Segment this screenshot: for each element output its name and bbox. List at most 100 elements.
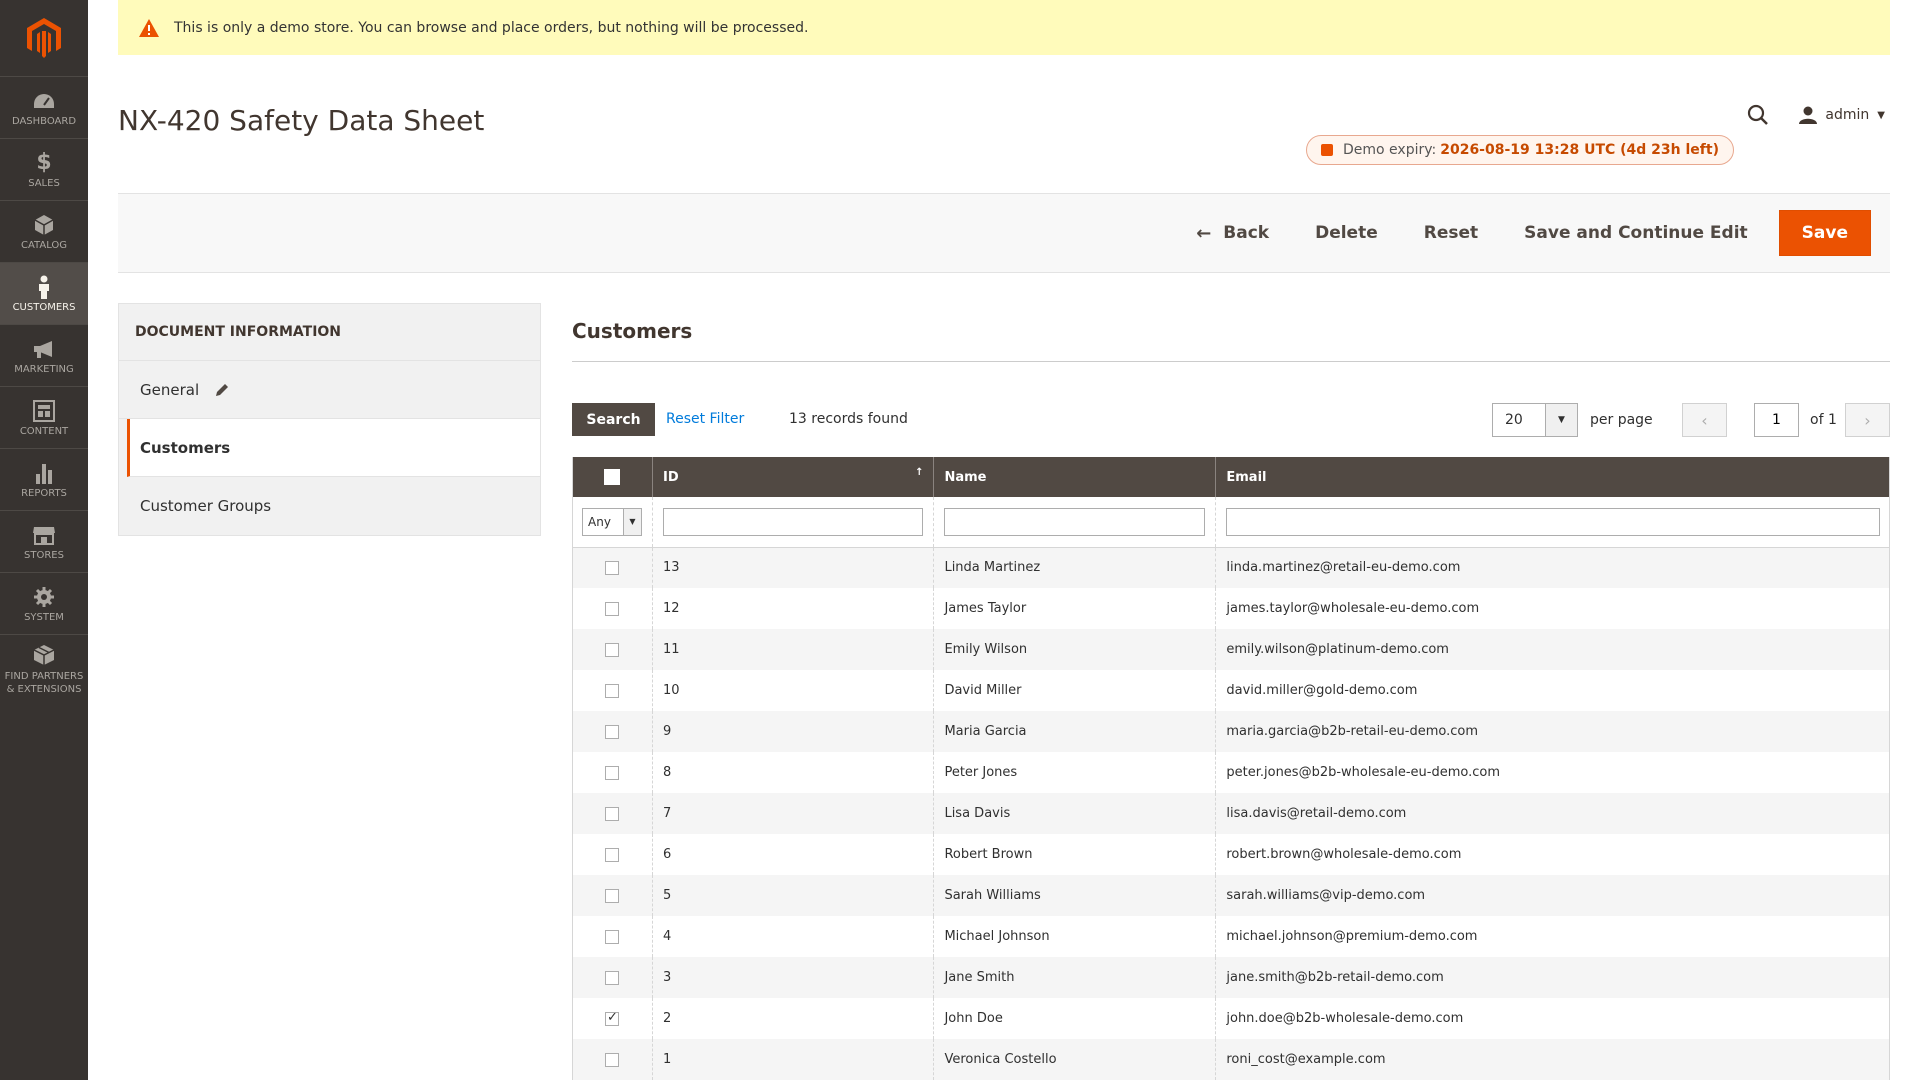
nav-customers[interactable]: CUSTOMERS: [0, 262, 88, 324]
nav-sales[interactable]: $ SALES: [0, 138, 88, 200]
per-page-value: 20: [1505, 412, 1523, 428]
table-row[interactable]: 2John Doejohn.doe@b2b-wholesale-demo.com: [572, 998, 1890, 1039]
cell-email: james.taylor@wholesale-eu-demo.com: [1215, 588, 1890, 629]
row-checkbox[interactable]: [605, 888, 619, 903]
delete-button[interactable]: Delete: [1292, 210, 1401, 256]
nav-content[interactable]: CONTENT: [0, 386, 88, 448]
table-row[interactable]: 13 Linda Martinez linda.martinez@retail-eu…: [572, 547, 1890, 588]
cell-id: 13: [651, 547, 934, 588]
id-filter-input[interactable]: [663, 507, 924, 536]
column-header-email[interactable]: Email: [1215, 457, 1890, 497]
cell-name: Maria Garcia: [933, 711, 1216, 752]
table-row[interactable]: 7 Lisa Davis lisa.davis@retail-demo.com: [572, 793, 1890, 834]
cell-id: 5: [651, 875, 934, 916]
row-checkbox[interactable]: [605, 847, 619, 862]
select-all-header[interactable]: [572, 457, 653, 497]
next-page-button[interactable]: ›: [1845, 403, 1890, 437]
table-row[interactable]: 5 Sarah Williams sarah.williams@vip-demo.c…: [572, 875, 1890, 916]
row-checkbox[interactable]: [605, 1052, 619, 1067]
save-button[interactable]: Save: [1778, 210, 1871, 256]
nav-system-label: SYSTEM: [24, 611, 64, 623]
magento-logo[interactable]: [0, 0, 88, 76]
row-select-cell: [572, 998, 653, 1039]
tab-general[interactable]: General: [119, 361, 540, 419]
cell-email: john.doe@b2b-wholesale-demo.com: [1215, 998, 1890, 1039]
row-checkbox[interactable]: [605, 970, 619, 985]
row-checkbox[interactable]: [605, 806, 619, 821]
user-name: admin: [1825, 107, 1870, 123]
nav-partners-extensions[interactable]: FIND PARTNERS & EXTENSIONS: [0, 634, 88, 704]
reset-button[interactable]: Reset: [1401, 210, 1501, 256]
nav-reports[interactable]: REPORTS: [0, 448, 88, 510]
selection-filter-select[interactable]: Any ▼: [582, 507, 642, 536]
nav-dashboard[interactable]: DASHBOARD: [0, 76, 88, 138]
save-continue-button[interactable]: Save and Continue Edit: [1501, 210, 1771, 256]
nav-marketing[interactable]: MARKETING: [0, 324, 88, 386]
table-row[interactable]: 4 Michael Johnson michael.johnson@premium-…: [572, 916, 1890, 957]
cell-name: Linda Martinez: [933, 547, 1216, 588]
nav-marketing-label: MARKETING: [14, 363, 74, 375]
table-row[interactable]: 9 Maria Garcia maria.garcia@b2b-retail-eu-…: [572, 711, 1890, 752]
megaphone-icon: [32, 337, 56, 361]
row-checkbox[interactable]: [605, 601, 619, 616]
records-count: 13 records found: [789, 411, 908, 427]
cell-id: 12: [651, 588, 934, 629]
box-icon: [34, 213, 54, 237]
tab-customer-groups[interactable]: Customer Groups: [119, 477, 540, 535]
name-filter-input[interactable]: [944, 507, 1206, 536]
cell-email: jane.smith@b2b-retail-demo.com: [1215, 957, 1890, 998]
store-icon: [32, 523, 56, 547]
extensions-icon: [33, 643, 55, 667]
row-checkbox[interactable]: [605, 560, 619, 575]
table-row[interactable]: 8 Peter Jones peter.jones@b2b-wholesale-eu…: [572, 752, 1890, 793]
reset-filter-link[interactable]: Reset Filter: [666, 411, 744, 427]
back-button[interactable]: ← Back: [1173, 210, 1292, 256]
table-row[interactable]: 6 Robert Brown robert.brown@wholesale-demo…: [572, 834, 1890, 875]
column-header-name[interactable]: Name: [933, 457, 1216, 497]
cell-email: robert.brown@wholesale-demo.com: [1215, 834, 1890, 875]
page-number-input[interactable]: [1754, 403, 1799, 437]
warning-icon: [138, 18, 160, 38]
table-row[interactable]: 12 James Taylor james.taylor@wholesale-eu-…: [572, 588, 1890, 629]
per-page-select[interactable]: 20 ▼: [1492, 403, 1578, 437]
demo-expiry-badge: Demo expiry: 2026-08-19 13:28 UTC (4d 23…: [1306, 135, 1734, 165]
row-checkbox[interactable]: [605, 1010, 619, 1026]
admin-user-menu[interactable]: admin ▼: [1799, 106, 1885, 124]
email-filter-input[interactable]: [1226, 507, 1880, 536]
select-all-checkbox[interactable]: [604, 469, 620, 485]
nav-dashboard-label: DASHBOARD: [11, 115, 77, 127]
cell-email: michael.johnson@premium-demo.com: [1215, 916, 1890, 957]
arrow-left-icon: ←: [1196, 222, 1212, 244]
nav-catalog[interactable]: CATALOG: [0, 200, 88, 262]
page-actions-bar: ← Back Delete Reset Save and Continue Ed…: [118, 193, 1890, 273]
global-search-icon[interactable]: [1747, 104, 1769, 126]
cell-name: Jane Smith: [933, 957, 1216, 998]
row-checkbox[interactable]: [605, 724, 619, 739]
section-divider: [572, 361, 1890, 362]
row-checkbox[interactable]: [605, 765, 619, 780]
page-total: of 1: [1810, 412, 1837, 428]
row-checkbox[interactable]: [605, 642, 619, 657]
row-select-cell: [572, 793, 653, 834]
column-header-id[interactable]: ID ↑: [651, 457, 934, 497]
search-button[interactable]: Search: [572, 403, 655, 436]
row-checkbox[interactable]: [605, 683, 619, 698]
table-row[interactable]: 3 Jane Smith jane.smith@b2b-retail-demo.co…: [572, 957, 1890, 998]
user-icon: [1799, 106, 1818, 124]
per-page-label: per page: [1590, 412, 1653, 428]
cell-id: 9: [651, 711, 934, 752]
nav-stores[interactable]: STORES: [0, 510, 88, 572]
table-row[interactable]: 11 Emily Wilson emily.wilson@platinum-demo…: [572, 629, 1890, 670]
row-checkbox[interactable]: [605, 929, 619, 944]
table-row[interactable]: 1 Veronica Costello roni_cost@example.com: [572, 1039, 1890, 1080]
row-select-cell: [572, 670, 653, 711]
nav-reports-label: REPORTS: [21, 487, 67, 499]
customers-grid: ID ↑ Name Email Any ▼ 13 Linda Martinez lin…: [572, 457, 1890, 1080]
admin-sidebar: DASHBOARD $ SALES CATALOG CUSTOMERS MARK…: [0, 0, 88, 1080]
cell-email: roni_cost@example.com: [1215, 1039, 1890, 1080]
tab-customers[interactable]: Customers: [127, 419, 540, 477]
previous-page-button[interactable]: ‹: [1682, 403, 1727, 437]
table-row[interactable]: 10 David Miller david.miller@gold-demo.com: [572, 670, 1890, 711]
column-id-label: ID: [663, 469, 679, 485]
nav-system[interactable]: SYSTEM: [0, 572, 88, 634]
